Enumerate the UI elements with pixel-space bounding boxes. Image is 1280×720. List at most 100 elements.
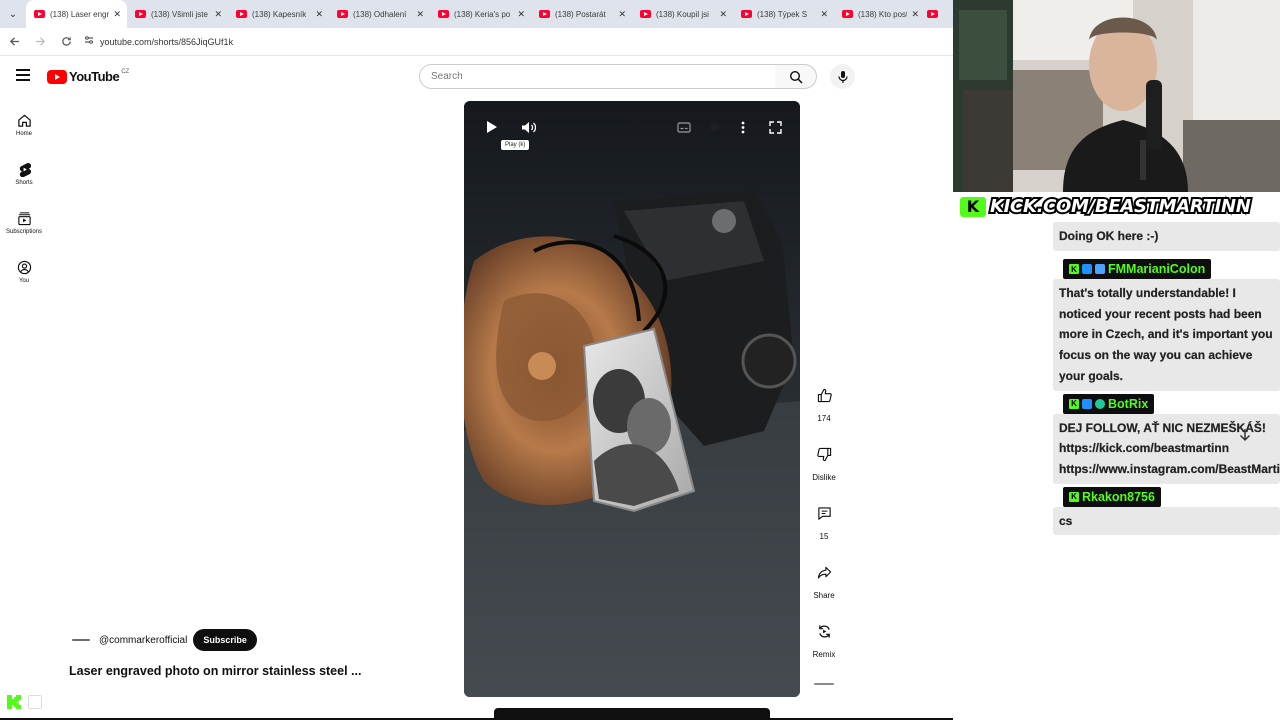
search-button[interactable] <box>775 64 817 89</box>
tab-close-icon[interactable]: ✕ <box>618 9 626 20</box>
channel-avatar-small[interactable] <box>812 680 836 688</box>
share-label: Share <box>813 591 835 600</box>
tab-title: (138) Všimli jste <box>151 9 208 19</box>
video-title[interactable]: Laser engraved photo on mirror stainless… <box>69 664 361 678</box>
browser-tab[interactable]: (138) Týpek S ✕ <box>733 0 834 28</box>
like-button[interactable] <box>809 380 839 410</box>
tab-search-chevron-icon[interactable]: ⌄ <box>0 0 26 28</box>
youtube-favicon-icon <box>337 10 348 18</box>
screen: ⌄ (138) Laser engraved ✕ (138) Všimli js… <box>0 0 1280 720</box>
search-placeholder: Search <box>431 71 463 82</box>
play-button[interactable] <box>484 119 500 135</box>
comments-button[interactable] <box>809 498 839 528</box>
more-options-button[interactable] <box>735 119 751 135</box>
remix-icon <box>818 624 830 638</box>
fullscreen-icon <box>768 120 782 134</box>
browser-tab[interactable]: (138) Keria's po ✕ <box>430 0 531 28</box>
browser-tab[interactable]: (138) Kapesník ✕ <box>228 0 329 28</box>
comments-action[interactable]: 15 <box>806 498 842 557</box>
url-field[interactable]: youtube.com/shorts/856JiqGUf1k <box>84 31 945 53</box>
country-code: CZ <box>121 68 130 75</box>
browser-tab-strip: ⌄ (138) Laser engraved ✕ (138) Všimli js… <box>0 0 953 28</box>
youtube-favicon-icon <box>842 10 853 18</box>
rail-item-home[interactable]: Home <box>0 100 48 149</box>
logo-text: YouTube <box>69 69 120 84</box>
microphone-icon <box>837 70 848 83</box>
menu-icon[interactable] <box>16 69 30 81</box>
overlay-placeholder-icon <box>28 695 42 709</box>
channel-handle[interactable]: @commarkerofficial <box>99 635 187 646</box>
fullscreen-button[interactable] <box>767 119 783 135</box>
site-info-icon[interactable] <box>84 35 94 48</box>
tab-title: (138) Týpek S <box>757 9 808 19</box>
kick-badge-icon: K <box>1069 264 1079 274</box>
browser-tab[interactable]: (138) Koupil jsi ✕ <box>632 0 733 28</box>
browser-tab[interactable]: (138) Všimli jste ✕ <box>127 0 228 28</box>
subscribe-button[interactable]: Subscribe <box>193 629 257 651</box>
comment-icon <box>817 506 831 520</box>
share-action[interactable]: Share <box>806 557 842 616</box>
arrow-down-icon[interactable] <box>1238 428 1252 442</box>
youtube-masthead: YouTube CZ Search <box>0 56 953 98</box>
channel-info: @commarkerofficial Subscribe <box>69 628 257 652</box>
play-tooltip: Play (k) <box>501 140 530 150</box>
play-icon <box>487 121 497 133</box>
chat-username-tag: K BotRix <box>1063 393 1155 414</box>
volume-button[interactable] <box>520 119 536 135</box>
tab-close-icon[interactable]: ✕ <box>113 9 121 20</box>
shorts-video-player[interactable]: Play (k) <box>464 101 800 697</box>
tab-close-icon[interactable]: ✕ <box>517 9 525 20</box>
youtube-favicon-icon <box>438 10 449 18</box>
thumbs-down-icon <box>816 447 831 461</box>
comment-count: 15 <box>819 532 829 541</box>
tab-title: (138) Keria's po <box>454 9 511 19</box>
kick-channel-banner: K KICK.COM/BEASTMARTINN <box>960 194 1272 219</box>
stream-chat: Doing OK here :-) K FMMarianiColon That'… <box>1053 222 1280 536</box>
youtube-favicon-icon <box>741 10 752 18</box>
browser-tab[interactable]: (138) Postarát ✕ <box>531 0 632 28</box>
tab-close-icon[interactable]: ✕ <box>820 9 828 20</box>
rail-item-you[interactable]: You <box>0 247 48 296</box>
thumbs-up-icon <box>817 388 832 402</box>
browser-tab[interactable]: (138) Kto post ✕ <box>834 0 944 28</box>
address-bar: youtube.com/shorts/856JiqGUf1k <box>0 28 953 56</box>
reload-icon[interactable] <box>54 30 78 54</box>
chat-username: FMMarianiColon <box>1108 262 1206 276</box>
youtube-favicon-icon <box>539 10 550 18</box>
browser-tab[interactable]: (138) Odhalení ✕ <box>329 0 430 28</box>
like-action[interactable]: 174 <box>806 380 842 439</box>
tab-close-icon[interactable]: ✕ <box>315 9 323 20</box>
tab-close-icon[interactable]: ✕ <box>416 9 424 20</box>
back-arrow-icon[interactable] <box>2 30 26 54</box>
rail-label: Home <box>15 130 32 137</box>
url-text: youtube.com/shorts/856JiqGUf1k <box>100 36 234 47</box>
youtube-favicon-icon <box>927 10 938 18</box>
dislike-action[interactable]: Dislike <box>806 439 842 498</box>
remix-action[interactable]: Remix <box>806 616 842 675</box>
youtube-logo[interactable]: YouTube CZ <box>47 69 129 84</box>
voice-search-button[interactable] <box>830 64 855 89</box>
search-icon <box>789 70 803 84</box>
tab-title: (138) Koupil jsi <box>656 9 709 19</box>
rail-item-shorts[interactable]: Shorts <box>0 149 48 198</box>
channel-avatar[interactable] <box>69 628 93 652</box>
tab-title: (138) Kto post <box>858 9 908 19</box>
search-input[interactable]: Search <box>419 64 776 89</box>
forward-arrow-icon[interactable] <box>28 30 52 54</box>
dislike-button[interactable] <box>809 439 839 469</box>
gear-icon <box>708 121 720 132</box>
like-count: 174 <box>817 414 831 423</box>
captions-button[interactable] <box>676 119 692 135</box>
youtube-favicon-icon <box>236 10 247 18</box>
browser-tab-active[interactable]: (138) Laser engraved ✕ <box>26 0 127 28</box>
rail-item-subscriptions[interactable]: Subscriptions <box>0 198 48 247</box>
chat-message: DEJ FOLLOW, AŤ NIC NEZMEŠKÁŠ! https://ki… <box>1053 413 1280 484</box>
settings-button[interactable] <box>706 119 722 135</box>
tab-close-icon[interactable]: ✕ <box>719 9 727 20</box>
video-frame-image <box>464 101 800 697</box>
tab-close-icon[interactable]: ✕ <box>911 9 919 20</box>
youtube-favicon-icon <box>135 10 146 18</box>
share-button[interactable] <box>809 557 839 587</box>
tab-close-icon[interactable]: ✕ <box>214 9 222 20</box>
remix-button[interactable] <box>809 616 839 646</box>
